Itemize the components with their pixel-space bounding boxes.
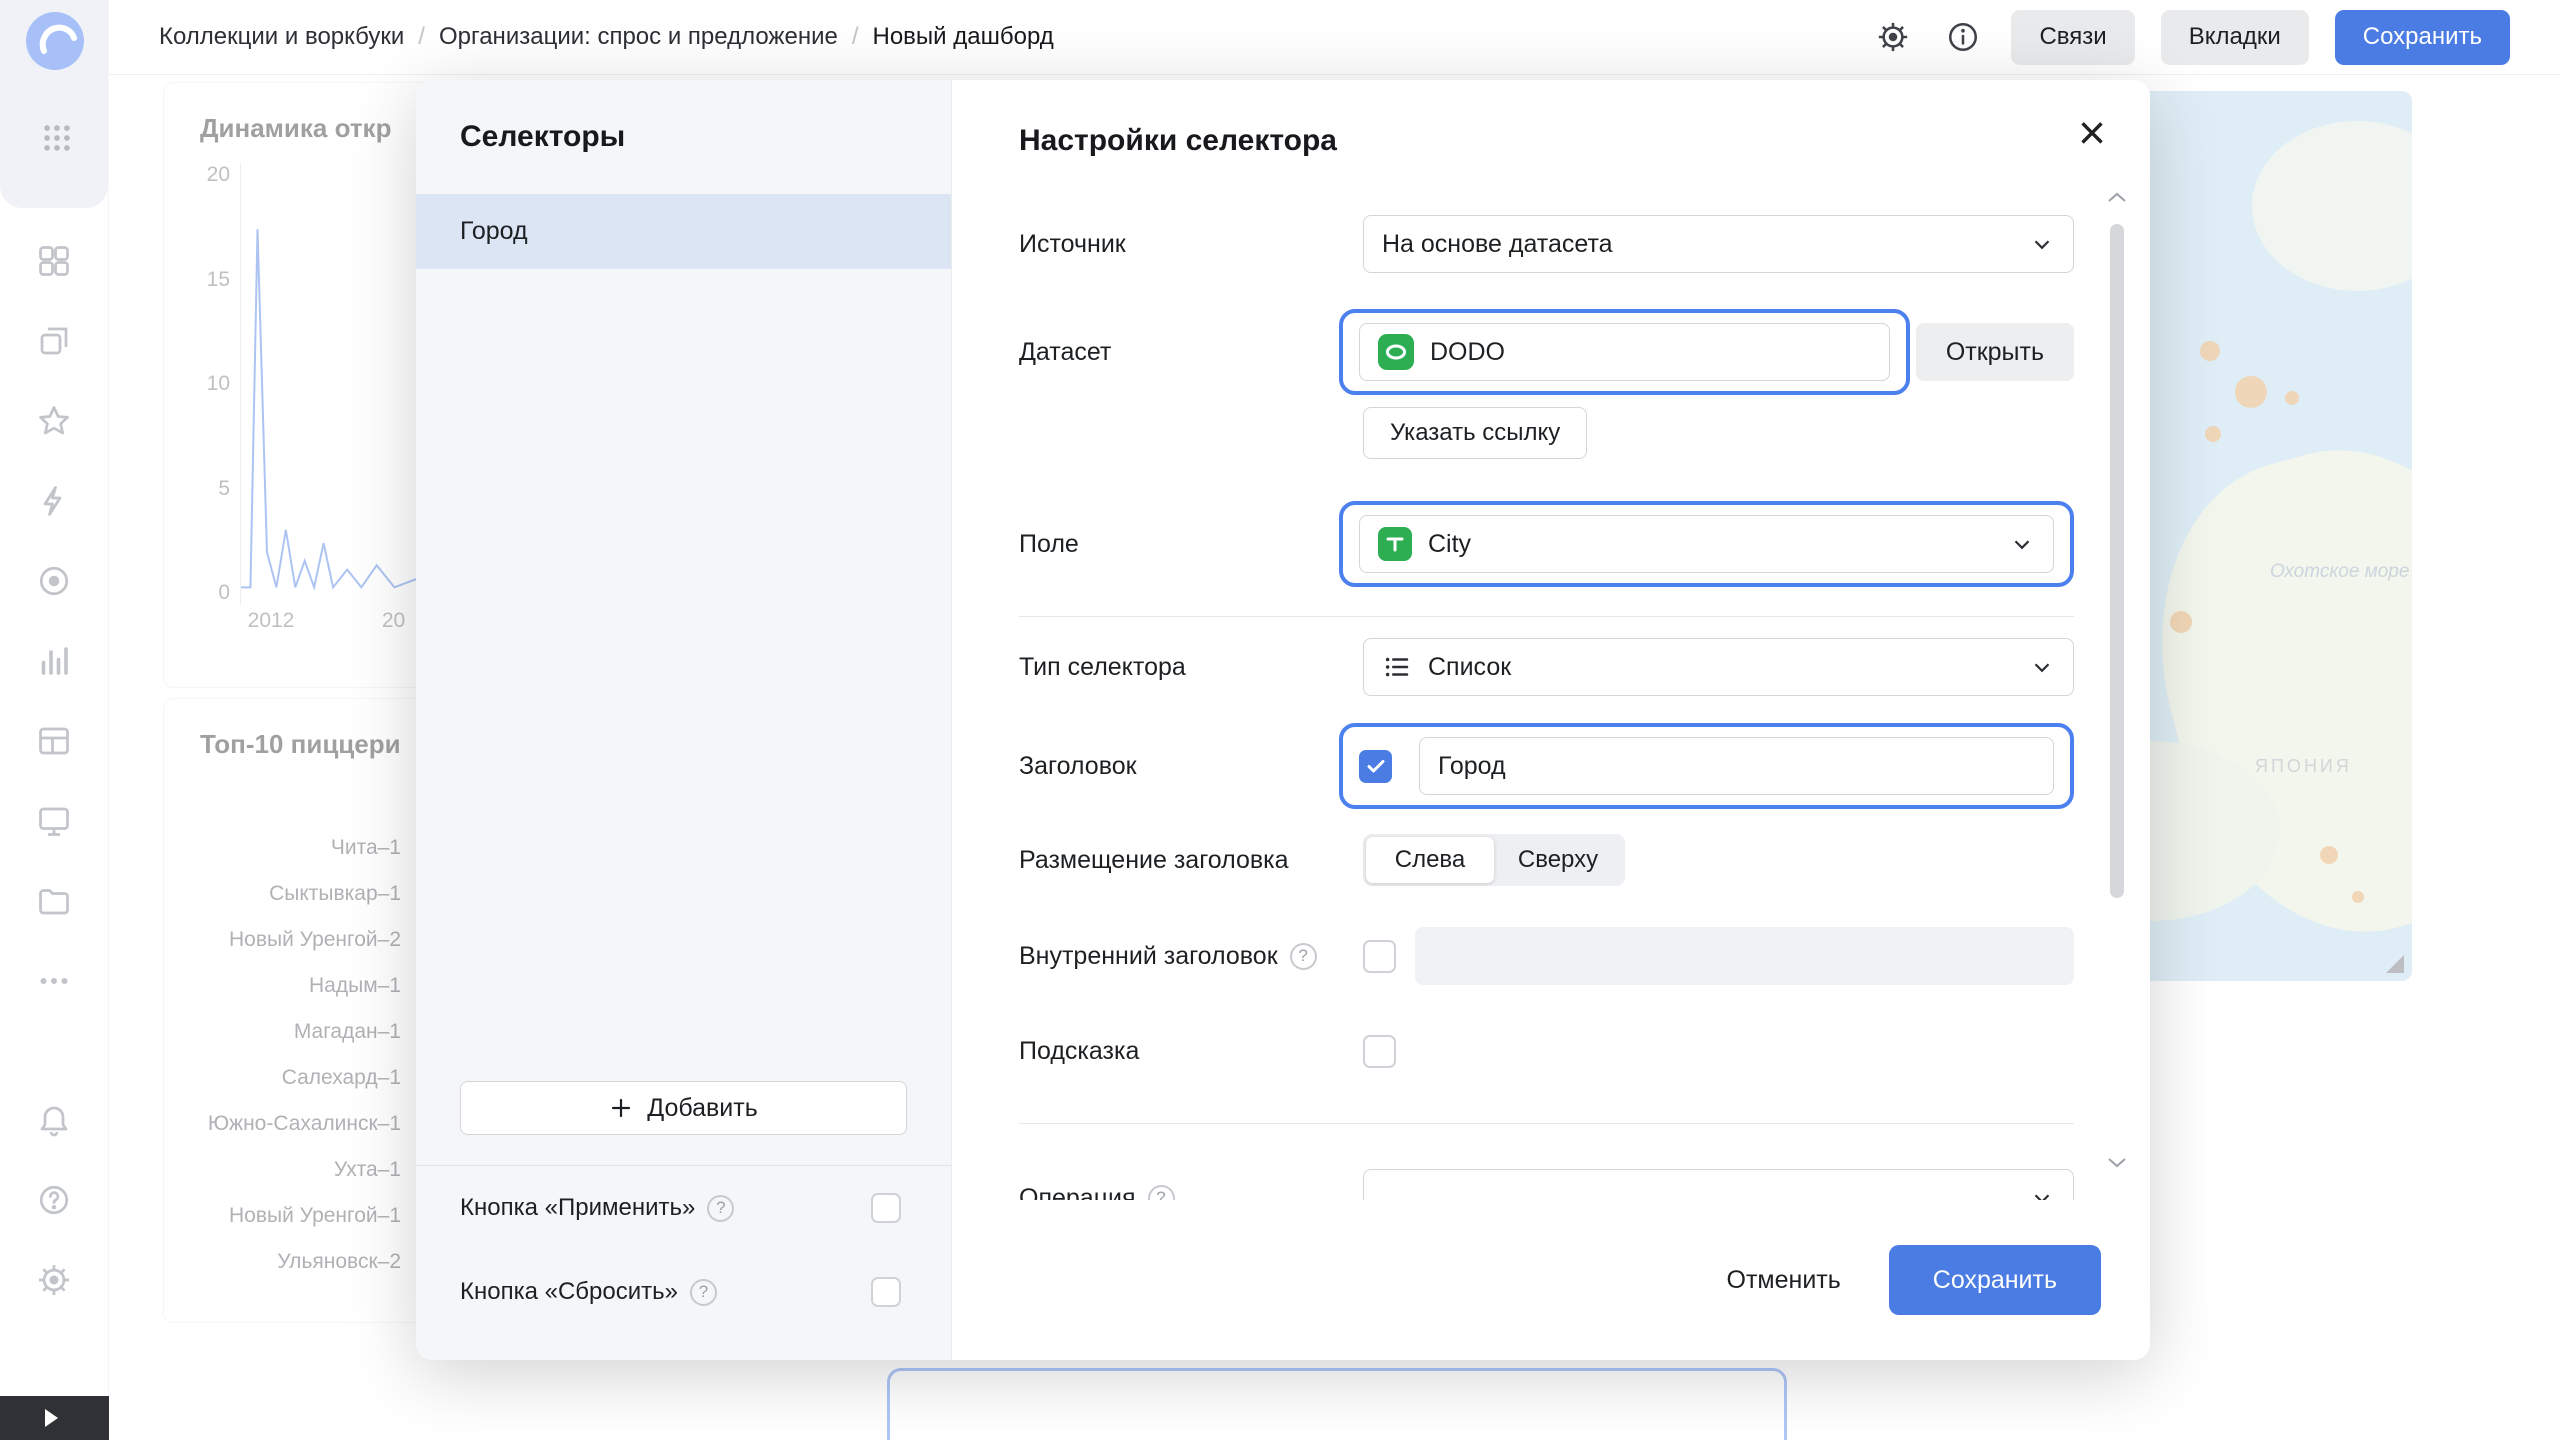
breadcrumb-workbook[interactable]: Организации: спрос и предложение: [439, 23, 838, 51]
apply-checkbox[interactable]: [871, 1193, 901, 1223]
breadcrumb-separator: /: [418, 23, 425, 51]
info-button[interactable]: [1941, 15, 1985, 59]
sidebar-expand-button[interactable]: [0, 1396, 109, 1440]
save-selector-button[interactable]: Сохранить: [1889, 1245, 2101, 1315]
title-placement-label: Размещение заголовка: [1019, 846, 1363, 875]
hint-label: Подсказка: [1019, 1037, 1363, 1066]
inner-title-input: [1415, 927, 2074, 985]
string-type-icon: [1378, 527, 1412, 561]
dataset-field-highlight: DODO: [1339, 309, 1910, 395]
breadcrumb-current: Новый дашборд: [873, 23, 1054, 51]
reset-checkbox[interactable]: [871, 1277, 901, 1307]
selector-type-row: Тип селектора Список: [1019, 638, 2074, 696]
add-selector-button[interactable]: Добавить: [460, 1081, 907, 1135]
placement-option-left[interactable]: Слева: [1366, 837, 1494, 883]
placement-option-top[interactable]: Сверху: [1494, 837, 1622, 883]
operation-select[interactable]: [1363, 1169, 2074, 1200]
gear-icon: [1876, 20, 1910, 54]
selectors-dialog: Селекторы Город Добавить Кнопка «Примени…: [416, 80, 2150, 1360]
breadcrumb-separator: /: [852, 23, 859, 51]
inner-title-checkbox[interactable]: [1363, 940, 1396, 973]
modal-scrollbar[interactable]: [2102, 190, 2132, 1170]
source-select[interactable]: На основе датасета: [1363, 215, 2074, 273]
selectors-panel-footer: Добавить Кнопка «Применить» ? Кнопка «Сб…: [416, 1081, 951, 1360]
title-highlight: [1339, 723, 2074, 809]
title-input[interactable]: [1419, 737, 2054, 795]
dataset-label: Датасет: [1019, 338, 1363, 367]
plus-icon: [609, 1096, 633, 1120]
tabs-button[interactable]: Вкладки: [2161, 10, 2309, 65]
operation-label: Операция ?: [1019, 1184, 1363, 1201]
title-label: Заголовок: [1019, 752, 1363, 781]
scroll-down-icon[interactable]: [2105, 1154, 2129, 1170]
inner-title-help-icon[interactable]: ?: [1290, 943, 1317, 970]
selector-settings-form: Источник На основе датасета Датасет DODO: [1019, 180, 2074, 1200]
chevron-down-icon: [2029, 231, 2055, 257]
selectors-panel-title: Селекторы: [460, 120, 625, 154]
reset-row-label: Кнопка «Сбросить»: [460, 1278, 678, 1306]
operation-help-icon[interactable]: ?: [1148, 1185, 1175, 1201]
apply-row-label: Кнопка «Применить»: [460, 1194, 695, 1222]
inner-title-row: Внутренний заголовок ?: [1019, 927, 2074, 985]
scrollbar-thumb[interactable]: [2110, 224, 2124, 898]
scroll-up-icon[interactable]: [2105, 190, 2129, 206]
connections-button[interactable]: Связи: [2011, 10, 2134, 65]
selectors-panel: Селекторы Город Добавить Кнопка «Примени…: [416, 80, 952, 1360]
field-row: Поле City: [1019, 501, 2074, 587]
chevron-down-icon: [2029, 1185, 2055, 1200]
form-divider: [1019, 1123, 2074, 1124]
field-select[interactable]: City: [1359, 515, 2054, 573]
source-label: Источник: [1019, 230, 1363, 259]
apply-button-row: Кнопка «Применить» ?: [416, 1166, 951, 1250]
settings-panel-title: Настройки селектора: [1019, 124, 1337, 158]
dataset-row: Датасет DODO Открыть: [1019, 309, 2074, 395]
header-save-button[interactable]: Сохранить: [2335, 10, 2510, 65]
screen: Динамика откр 20 15 10 5 0 2012 20: [0, 0, 2560, 1440]
title-checkbox[interactable]: [1359, 750, 1392, 783]
info-icon: [1946, 20, 1980, 54]
selector-item-label: Город: [460, 217, 528, 246]
open-dataset-button[interactable]: Открыть: [1916, 323, 2074, 381]
specify-link-button[interactable]: Указать ссылку: [1363, 407, 1587, 459]
inner-title-label: Внутренний заголовок ?: [1019, 942, 1363, 971]
dashboard-settings-gear-button[interactable]: [1871, 15, 1915, 59]
dataset-dodo-icon: [1378, 334, 1414, 370]
title-placement-row: Размещение заголовка Слева Сверху: [1019, 834, 2074, 886]
reset-button-row: Кнопка «Сбросить» ?: [416, 1250, 951, 1334]
app-header: Коллекции и воркбуки / Организации: спро…: [109, 0, 2560, 75]
cancel-button[interactable]: Отменить: [1719, 1266, 1849, 1295]
selector-type-value: Список: [1428, 653, 1511, 682]
hint-checkbox[interactable]: [1363, 1035, 1396, 1068]
dataset-name: DODO: [1430, 338, 1505, 367]
title-row: Заголовок: [1019, 723, 2074, 809]
selector-type-label: Тип селектора: [1019, 653, 1363, 682]
source-row: Источник На основе датасета: [1019, 215, 2074, 273]
selector-type-select[interactable]: Список: [1363, 638, 2074, 696]
selector-list-item-gorod[interactable]: Город: [416, 194, 951, 269]
dataset-field[interactable]: DODO: [1359, 323, 1890, 381]
apply-help-icon[interactable]: ?: [707, 1195, 734, 1222]
form-divider: [1019, 616, 2074, 617]
chevron-down-icon: [2009, 531, 2035, 557]
header-actions: Связи Вкладки Сохранить: [1871, 10, 2510, 65]
selectors-list: Город: [416, 194, 951, 269]
field-label: Поле: [1019, 530, 1363, 559]
close-icon[interactable]: ×: [2078, 110, 2106, 158]
reset-help-icon[interactable]: ?: [690, 1279, 717, 1306]
play-arrow-icon: [42, 1407, 60, 1429]
breadcrumb: Коллекции и воркбуки / Организации: спро…: [159, 23, 1054, 51]
dataset-link-row: Указать ссылку: [1019, 407, 2074, 459]
chevron-down-icon: [2029, 654, 2055, 680]
operation-row: Операция ?: [1019, 1169, 2074, 1200]
selector-settings-panel: Настройки селектора × Источник На основе…: [952, 80, 2150, 1360]
breadcrumb-collections[interactable]: Коллекции и воркбуки: [159, 23, 404, 51]
list-icon: [1382, 652, 1412, 682]
source-value: На основе датасета: [1382, 230, 1613, 259]
field-value: City: [1428, 530, 1471, 559]
add-selector-label: Добавить: [647, 1094, 758, 1123]
hint-row: Подсказка: [1019, 1035, 2074, 1068]
title-placement-toggle: Слева Сверху: [1363, 834, 1625, 886]
settings-footer: Отменить Сохранить: [952, 1200, 2150, 1360]
field-select-highlight: City: [1339, 501, 2074, 587]
